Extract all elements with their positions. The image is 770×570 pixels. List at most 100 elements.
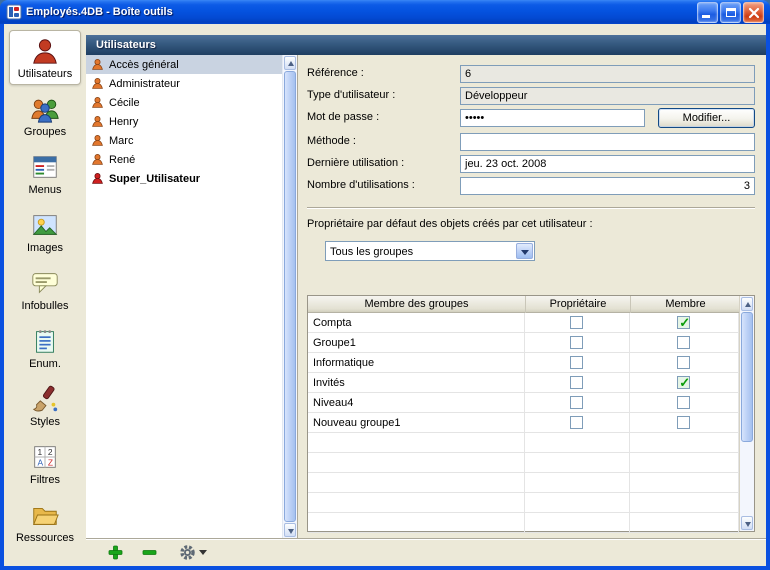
scrollbar-thumb[interactable] [284, 71, 296, 522]
password-field[interactable]: ••••• [460, 109, 645, 127]
method-label: Méthode : [307, 135, 457, 147]
scroll-down-button[interactable] [284, 523, 296, 537]
sidebar-item-images[interactable]: Images [9, 204, 81, 259]
sidebar-item-menus[interactable]: Menus [9, 146, 81, 201]
chevron-down-icon [521, 250, 529, 255]
user-list-item[interactable]: Henry [86, 112, 297, 131]
actions-menu-button[interactable] [179, 544, 207, 561]
groups-icon [30, 94, 60, 124]
membre-checkbox[interactable] [677, 396, 690, 409]
empty-row [308, 433, 739, 453]
membre-checkbox[interactable] [677, 416, 690, 429]
sidebar-item-enum[interactable]: Enum. [9, 320, 81, 375]
user-list-scrollbar[interactable] [282, 55, 297, 538]
scroll-up-button[interactable] [284, 56, 296, 70]
proprietaire-checkbox[interactable] [570, 336, 583, 349]
usage-count-field[interactable]: 3 [460, 177, 755, 195]
group-name: Groupe1 [308, 333, 525, 352]
group-name: Informatique [308, 353, 525, 372]
user-list-item[interactable]: Marc [86, 131, 297, 150]
membre-checkbox[interactable] [677, 316, 690, 329]
user-type-label: Type d'utilisateur : [307, 89, 457, 101]
panel-header: Utilisateurs [86, 35, 766, 55]
image-icon [30, 210, 60, 240]
column-header-proprietaire[interactable]: Propriétaire [526, 296, 631, 313]
user-name: Henry [109, 116, 138, 128]
arrow-down-icon [745, 522, 751, 527]
user-list-item[interactable]: Cécile [86, 93, 297, 112]
user-list-item[interactable]: Accès général [86, 55, 297, 74]
membre-checkbox[interactable] [677, 336, 690, 349]
user-name: Cécile [109, 97, 140, 109]
user-name: Super_Utilisateur [109, 173, 200, 185]
proprietaire-checkbox[interactable] [570, 396, 583, 409]
user-icon [91, 134, 104, 147]
app-icon [6, 4, 22, 20]
sidebar-item-styles[interactable]: Styles [9, 378, 81, 433]
plus-icon [108, 545, 123, 560]
user-name: Accès général [109, 59, 179, 71]
bottom-toolbar [86, 538, 766, 566]
table-row[interactable]: Nouveau groupe1 [308, 413, 739, 433]
table-row[interactable]: Groupe1 [308, 333, 739, 353]
gear-icon [179, 544, 196, 561]
sidebar-item-ressources[interactable]: Ressources [9, 494, 81, 549]
method-field[interactable] [460, 133, 755, 151]
default-owner-dropdown[interactable]: Tous les groupes [325, 241, 535, 261]
user-icon [91, 115, 104, 128]
table-row[interactable]: Niveau4 [308, 393, 739, 413]
user-list-item[interactable]: Super_Utilisateur [86, 169, 297, 188]
panel-title: Utilisateurs [96, 39, 156, 51]
maximize-button[interactable] [720, 2, 741, 23]
groups-table: Membre des groupes Propriétaire Membre C… [307, 295, 755, 532]
chevron-down-icon [199, 550, 207, 555]
reference-field[interactable]: 6 [460, 65, 755, 83]
table-header-row: Membre des groupes Propriétaire Membre [308, 296, 754, 313]
sidebar-item-label: Infobulles [21, 300, 68, 312]
last-use-field[interactable]: jeu. 23 oct. 2008 [460, 155, 755, 173]
sidebar: Utilisateurs Groupes [4, 24, 86, 566]
close-button[interactable] [743, 2, 764, 23]
membre-checkbox[interactable] [677, 356, 690, 369]
add-user-button[interactable] [105, 543, 125, 563]
table-scrollbar[interactable] [739, 296, 754, 531]
sidebar-item-filtres[interactable]: 1 2 A Z Filtres [9, 436, 81, 491]
titlebar[interactable]: Employés.4DB - Boîte outils [0, 0, 770, 24]
proprietaire-checkbox[interactable] [570, 376, 583, 389]
user-icon [91, 153, 104, 166]
user-detail-panel: Référence : 6 Type d'utilisateur : Dével… [298, 55, 766, 538]
arrow-up-icon [745, 302, 751, 307]
membre-checkbox[interactable] [677, 376, 690, 389]
remove-user-button[interactable] [139, 543, 159, 563]
sidebar-item-label: Groupes [24, 126, 66, 138]
table-row[interactable]: Compta [308, 313, 739, 333]
empty-row [308, 493, 739, 513]
close-icon [744, 3, 765, 24]
scrollbar-thumb[interactable] [741, 312, 753, 442]
proprietaire-checkbox[interactable] [570, 316, 583, 329]
sidebar-item-label: Ressources [16, 532, 74, 544]
modify-password-button[interactable]: Modifier... [658, 108, 755, 128]
list-icon [30, 326, 60, 356]
scroll-down-button[interactable] [741, 516, 753, 530]
column-header-groups[interactable]: Membre des groupes [308, 296, 526, 313]
svg-text:1: 1 [38, 447, 43, 457]
dropdown-button[interactable] [516, 243, 533, 259]
scroll-up-button[interactable] [741, 297, 753, 311]
minimize-button[interactable] [697, 2, 718, 23]
sidebar-item-infobulles[interactable]: Infobulles [9, 262, 81, 317]
user-list-item[interactable]: René [86, 150, 297, 169]
sidebar-item-utilisateurs[interactable]: Utilisateurs [9, 30, 81, 85]
table-row[interactable]: Invités [308, 373, 739, 393]
column-header-membre[interactable]: Membre [631, 296, 741, 313]
proprietaire-checkbox[interactable] [570, 356, 583, 369]
sidebar-item-label: Menus [28, 184, 61, 196]
user-type-field[interactable]: Développeur [460, 87, 755, 105]
empty-row [308, 453, 739, 473]
user-list-item[interactable]: Administrateur [86, 74, 297, 93]
proprietaire-checkbox[interactable] [570, 416, 583, 429]
table-row[interactable]: Informatique [308, 353, 739, 373]
sidebar-item-groupes[interactable]: Groupes [9, 88, 81, 143]
sidebar-item-label: Enum. [29, 358, 61, 370]
separator [307, 207, 755, 209]
